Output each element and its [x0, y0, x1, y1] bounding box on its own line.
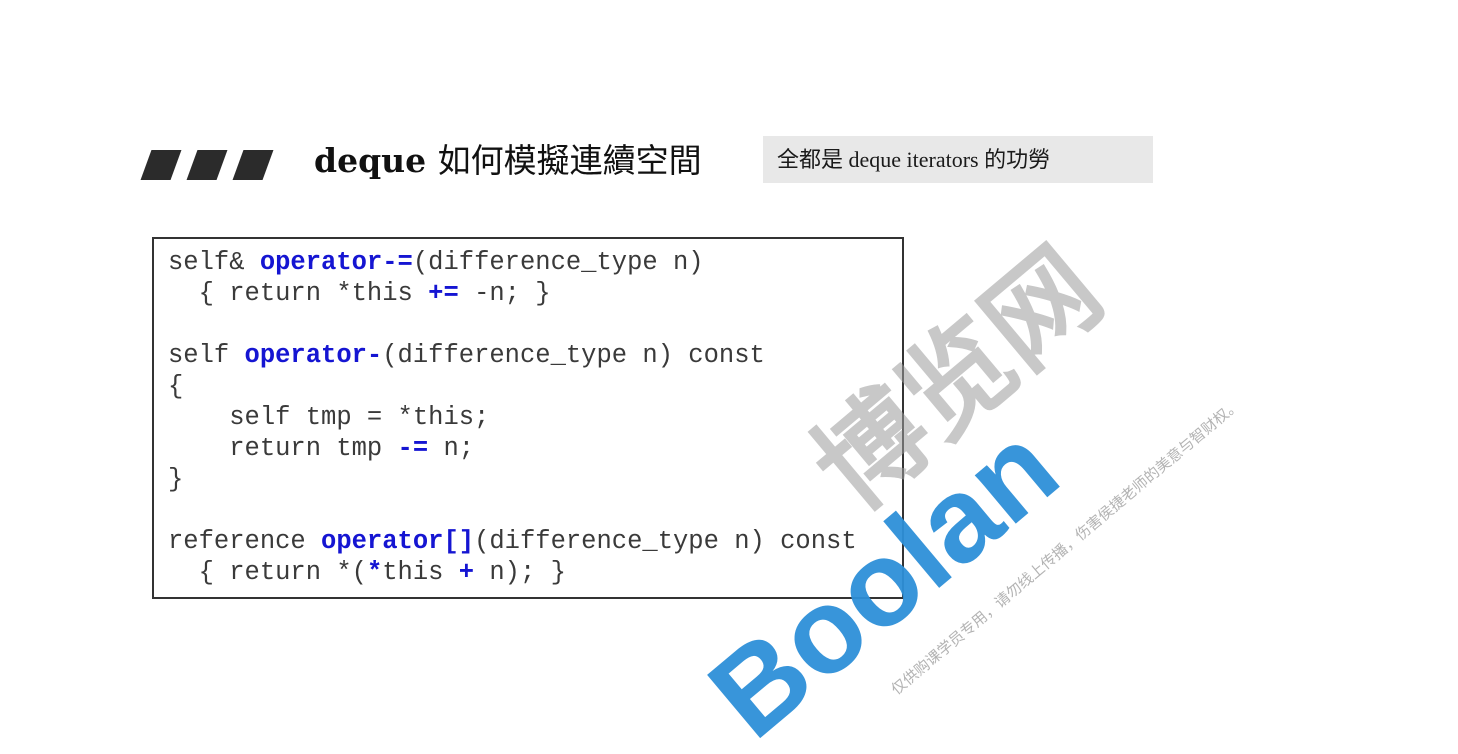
code-listing: self& operator-=(difference_type n) { re…	[152, 237, 904, 599]
code-text-token: n;	[428, 434, 475, 463]
code-line: }	[168, 464, 857, 495]
code-operator-token: *	[366, 558, 383, 587]
code-line: self tmp = *this;	[168, 402, 857, 433]
code-line: self& operator-=(difference_type n)	[168, 247, 857, 278]
code-line: return tmp -= n;	[168, 433, 857, 464]
code-text-token: { return *this	[168, 279, 429, 308]
slide-title: deque 如何模擬連續空間	[314, 136, 702, 186]
code-line: { return *this += -n; }	[168, 278, 857, 309]
code-text-token: (difference_type n)	[412, 248, 704, 277]
code-text-token: (difference_type n) const	[382, 341, 765, 370]
code-text-token: { return *(	[168, 558, 367, 587]
code-operator-token: operator-	[244, 341, 383, 370]
code-text-token: }	[168, 465, 184, 494]
code-text-token: (difference_type n) const	[474, 527, 857, 556]
code-block: self& operator-=(difference_type n) { re…	[168, 247, 857, 588]
code-line: reference operator[](difference_type n) …	[168, 526, 857, 557]
code-operator-token: +=	[428, 279, 459, 308]
code-text-token: n); }	[474, 558, 566, 587]
code-line: {	[168, 371, 857, 402]
slide-title-en: deque	[314, 141, 427, 180]
slide-title-cn: 如何模擬連續空間	[437, 141, 702, 180]
code-text-token: reference	[168, 527, 322, 556]
code-operator-token: operator-=	[259, 248, 413, 277]
code-text-token: this	[382, 558, 459, 587]
code-operator-token: +	[458, 558, 475, 587]
decorative-stripe	[140, 150, 182, 180]
code-text-token: -n; }	[458, 279, 551, 308]
decorative-stripe	[232, 150, 274, 180]
code-line: { return *(*this + n); }	[168, 557, 857, 588]
decorative-stripe	[186, 150, 228, 180]
subtitle-text: 全都是 deque iterators 的功勞	[777, 147, 1051, 172]
subtitle-box: 全都是 deque iterators 的功勞	[763, 136, 1153, 183]
code-text-token: return tmp	[168, 434, 398, 463]
code-text-token: self&	[168, 248, 260, 277]
code-operator-token: operator[]	[321, 527, 475, 556]
watermark-notice: 仅供购课学员专用，请勿线上传播，伤害侯捷老师的美意与智财权。	[888, 395, 1244, 698]
code-text-token: {	[168, 372, 184, 401]
code-line: self operator-(difference_type n) const	[168, 340, 857, 371]
code-text-token: self tmp = *this;	[168, 403, 490, 432]
code-text-token: self	[168, 341, 245, 370]
code-operator-token: -=	[397, 434, 429, 463]
